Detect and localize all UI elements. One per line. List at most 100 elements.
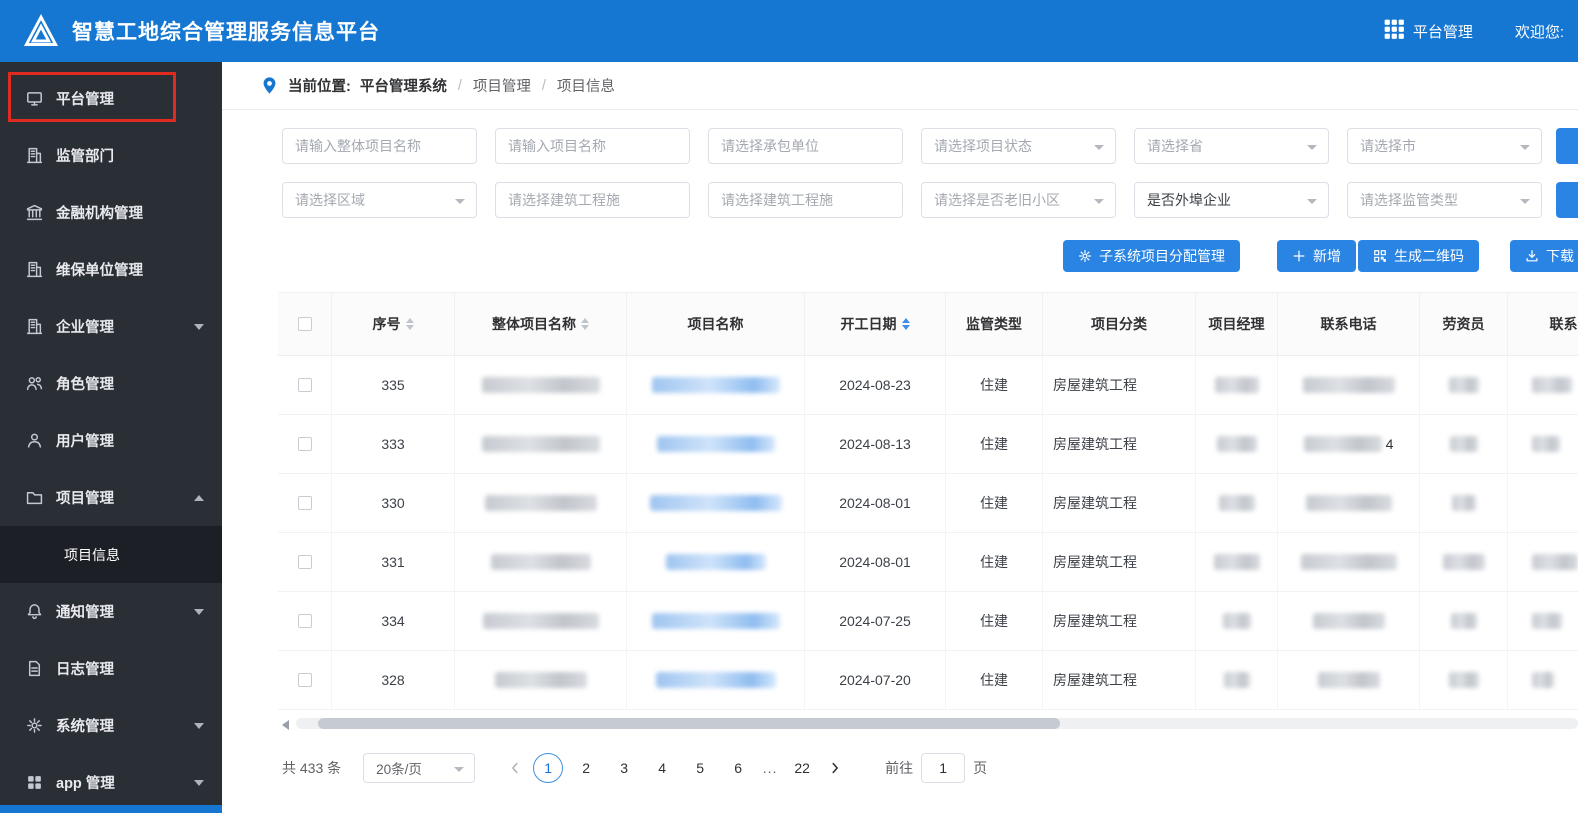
column-header-labor[interactable]: 劳资员 xyxy=(1420,293,1508,355)
filter-select-row1-6[interactable]: 请选择市 xyxy=(1347,128,1542,164)
cell-sup: 住建 xyxy=(946,651,1043,709)
filter-date-row2-2[interactable]: 请选择建筑工程施 xyxy=(495,182,690,219)
page-button-1[interactable]: 1 xyxy=(533,753,564,783)
sort-caret-icon[interactable] xyxy=(405,318,414,330)
breadcrumb-label: 当前位置: xyxy=(288,79,351,95)
project-name-link[interactable] xyxy=(656,436,775,452)
scrollbar-thumb[interactable] xyxy=(318,718,1060,729)
select-all-checkbox[interactable] xyxy=(297,317,312,331)
folder-icon xyxy=(26,489,43,506)
more-pages-button[interactable]: ... xyxy=(757,760,783,776)
cell-sup: 住建 xyxy=(946,533,1043,591)
cell-labor xyxy=(1420,474,1508,532)
plus-icon xyxy=(1292,249,1306,263)
chevron-down-icon xyxy=(194,323,204,330)
filter-placeholder: 请选择建筑工程施 xyxy=(721,192,833,208)
sidebar-item-user[interactable]: 用户管理 xyxy=(0,412,222,469)
qrcode-button[interactable]: 生成二维码 xyxy=(1358,240,1479,272)
search-button-row2[interactable] xyxy=(1556,182,1578,218)
column-header-sup[interactable]: 监管类型 xyxy=(946,293,1043,355)
row-checkbox[interactable] xyxy=(297,555,312,569)
column-header-phone[interactable]: 联系电话 xyxy=(1278,293,1420,355)
sidebar-item-log[interactable]: 日志管理 xyxy=(0,640,222,697)
cell-date: 2024-07-20 xyxy=(805,651,946,709)
subsystem-assign-button[interactable]: 子系统项目分配管理 xyxy=(1063,240,1240,272)
breadcrumb-item[interactable]: 平台管理系统 xyxy=(360,75,447,96)
platform-manage-entry[interactable]: 平台管理 xyxy=(1383,18,1473,44)
page-button-5[interactable]: 5 xyxy=(685,753,715,783)
platform-manage-label: 平台管理 xyxy=(1412,23,1473,41)
sort-caret-icon[interactable] xyxy=(901,318,910,330)
breadcrumb-item[interactable]: 项目管理 xyxy=(473,75,531,96)
filter-select-row2-6[interactable]: 请选择监管类型 xyxy=(1347,182,1542,218)
search-button-row1[interactable] xyxy=(1556,128,1578,164)
row-checkbox[interactable] xyxy=(297,378,312,392)
cell-cat: 房屋建筑工程 xyxy=(1043,415,1196,473)
cell-labor xyxy=(1420,651,1508,709)
sidebar-nav: 平台管理 监管部门 金融机构管理 维保单位管理 企业管理 角色管理 用户管理 项目管理 项目信息… xyxy=(0,62,222,811)
page-size-select[interactable]: 20条/页 xyxy=(363,753,476,783)
sidebar-item-platform[interactable]: 平台管理 xyxy=(0,70,222,127)
filter-date-row2-3[interactable]: 请选择建筑工程施 xyxy=(708,182,903,219)
column-header-proj[interactable]: 项目名称 xyxy=(627,293,805,355)
sidebar-item-maintenance[interactable]: 维保单位管理 xyxy=(0,241,222,298)
row-checkbox[interactable] xyxy=(297,496,312,510)
filter-select-row2-5[interactable]: 是否外埠企业 xyxy=(1134,182,1329,218)
row-checkbox[interactable] xyxy=(297,673,312,687)
sidebar-item-system[interactable]: 系统管理 xyxy=(0,697,222,754)
page-button-2[interactable]: 2 xyxy=(571,753,601,783)
next-page-button[interactable] xyxy=(821,753,849,783)
filter-select-row2-4[interactable]: 请选择是否老旧小区 xyxy=(921,182,1116,218)
select-all-header[interactable] xyxy=(278,293,332,355)
download-button[interactable]: 下载 xyxy=(1510,240,1578,272)
column-header-mgr[interactable]: 项目经理 xyxy=(1196,293,1278,355)
column-header-whole[interactable]: 整体项目名称 xyxy=(455,293,627,355)
sidebar-item-app[interactable]: app 管理 xyxy=(0,754,222,811)
bank-icon xyxy=(26,204,43,221)
sidebar-item-role[interactable]: 角色管理 xyxy=(0,355,222,412)
filter-select-row1-5[interactable]: 请选择省 xyxy=(1134,128,1329,164)
filter-input-row1-3[interactable]: 请选择承包单位 xyxy=(708,128,903,164)
column-header-label: 联系电话 xyxy=(1549,316,1578,332)
page-button-4[interactable]: 4 xyxy=(647,753,677,783)
sidebar-item-notice[interactable]: 通知管理 xyxy=(0,583,222,640)
scroll-left-arrow-icon[interactable] xyxy=(282,720,289,730)
add-button[interactable]: 新增 xyxy=(1277,240,1356,272)
page-button-22[interactable]: 22 xyxy=(787,753,817,783)
filter-input-row1-2[interactable]: 请输入项目名称 xyxy=(495,128,690,164)
prev-page-button[interactable] xyxy=(501,753,529,783)
column-header-cat[interactable]: 项目分类 xyxy=(1043,293,1196,355)
filter-select-row2-1[interactable]: 请选择区域 xyxy=(282,182,477,218)
filter-input-row1-1[interactable]: 请输入整体项目名称 xyxy=(282,128,477,164)
horizontal-scrollbar[interactable] xyxy=(296,718,1578,729)
page-button-3[interactable]: 3 xyxy=(609,753,639,783)
project-name-link[interactable] xyxy=(655,672,776,688)
cell-cat: 房屋建筑工程 xyxy=(1043,592,1196,650)
sidebar-item-project[interactable]: 项目管理 xyxy=(0,469,222,526)
filter-select-row1-4[interactable]: 请选择项目状态 xyxy=(921,128,1116,164)
sidebar-subitem-project-info[interactable]: 项目信息 xyxy=(0,526,222,583)
row-checkbox[interactable] xyxy=(297,437,312,451)
redacted-labor-officer xyxy=(1448,672,1479,688)
page-button-6[interactable]: 6 xyxy=(723,753,753,783)
sidebar-item-finance[interactable]: 金融机构管理 xyxy=(0,184,222,241)
column-header-seq[interactable]: 序号 xyxy=(332,293,455,355)
sort-caret-icon[interactable] xyxy=(581,318,589,330)
user-icon xyxy=(26,432,43,449)
sidebar-item-enterprise[interactable]: 企业管理 xyxy=(0,298,222,355)
project-name-link[interactable] xyxy=(665,554,766,570)
column-header-date[interactable]: 开工日期 xyxy=(805,293,946,355)
project-name-link[interactable] xyxy=(651,613,780,629)
cell-proj xyxy=(627,415,805,473)
breadcrumb-item[interactable]: 项目信息 xyxy=(557,75,615,96)
column-header-phone2[interactable]: 联系电话 xyxy=(1508,293,1578,355)
sidebar-item-regulator[interactable]: 监管部门 xyxy=(0,127,222,184)
cell-phone: 4 xyxy=(1278,415,1420,473)
goto-page-input[interactable] xyxy=(921,753,966,783)
cell-mgr xyxy=(1196,533,1278,591)
project-name-link[interactable] xyxy=(649,495,782,511)
breadcrumb-items: 平台管理系统 / 项目管理 / 项目信息 xyxy=(360,75,615,96)
row-checkbox[interactable] xyxy=(297,614,312,628)
breadcrumb: 当前位置: 平台管理系统 / 项目管理 / 项目信息 xyxy=(222,62,1578,110)
project-name-link[interactable] xyxy=(651,377,780,393)
